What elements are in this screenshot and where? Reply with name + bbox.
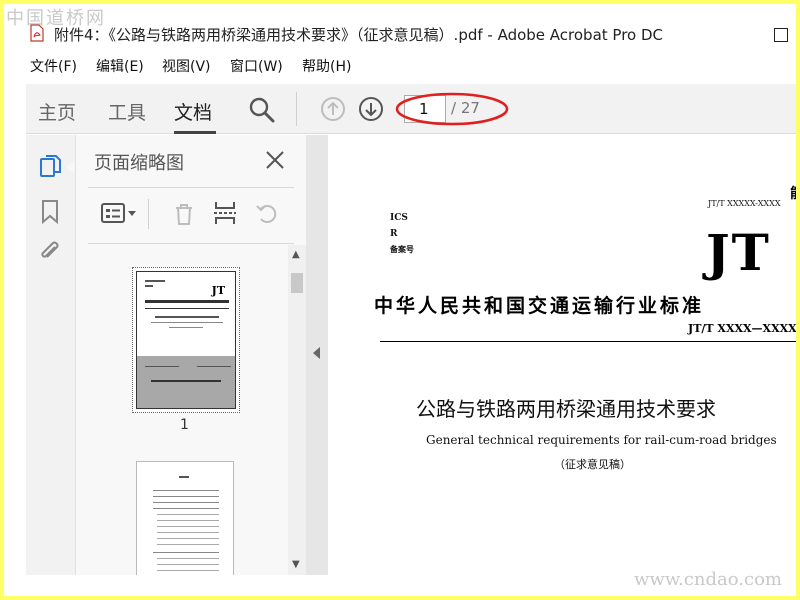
menu-bar: 文件(F) 编辑(E) 视图(V) 窗口(W) 帮助(H) bbox=[4, 52, 796, 78]
active-tab-indicator bbox=[174, 131, 216, 134]
thumbnail-page-number: 1 bbox=[180, 417, 189, 433]
toolbar: 主页 工具 文档 1 / 27 bbox=[26, 84, 796, 134]
red-annotation-ellipse bbox=[395, 92, 509, 126]
active-pointer bbox=[66, 161, 74, 173]
tab-home[interactable]: 主页 bbox=[38, 98, 76, 125]
page-thumbnail[interactable]: JT bbox=[132, 267, 240, 413]
toolbar-separator bbox=[296, 92, 297, 126]
doc-org-title: 中华人民共和国交通运输行业标准 bbox=[374, 295, 705, 317]
document-view[interactable]: 能 JT/T XXXXX-XXXX ICS R 备案号 JT 中华人民共和国交通… bbox=[328, 135, 796, 575]
title-bar: 附件4：《公路与铁路两用桥梁通用技术要求》（征求意见稿）.pdf - Adobe… bbox=[4, 18, 796, 48]
panel-title: 页面缩略图 bbox=[94, 153, 184, 174]
window-title: 附件4：《公路与铁路两用桥梁通用技术要求》（征求意见稿）.pdf - Adobe… bbox=[54, 26, 664, 44]
close-icon[interactable] bbox=[264, 149, 286, 171]
doc-jt-mark: JT bbox=[706, 223, 771, 282]
doc-title-english: General technical requirements for rail-… bbox=[426, 433, 777, 447]
panel-divider bbox=[88, 187, 294, 188]
rotate-icon[interactable] bbox=[254, 201, 280, 227]
search-icon[interactable] bbox=[248, 96, 276, 124]
doc-r: R bbox=[390, 229, 398, 239]
thumbnail-list: JT 1 bbox=[76, 245, 286, 575]
menu-help[interactable]: 帮助(H) bbox=[302, 56, 351, 76]
panel-collapse-strip[interactable] bbox=[306, 135, 328, 575]
doc-code-top: JT/T XXXXX-XXXX bbox=[708, 199, 781, 208]
thumbnail-footer bbox=[137, 356, 235, 408]
panel-divider bbox=[88, 243, 294, 244]
thumbnail-options-icon[interactable] bbox=[100, 201, 140, 227]
watermark-bottom: www.cndao.com bbox=[634, 569, 782, 590]
insert-page-icon[interactable] bbox=[212, 199, 238, 227]
attachment-icon[interactable] bbox=[38, 239, 62, 265]
previous-page-icon[interactable] bbox=[320, 96, 346, 122]
menu-window[interactable]: 窗口(W) bbox=[230, 56, 283, 76]
collapse-arrow-icon[interactable] bbox=[313, 347, 320, 359]
doc-draft-label: （征求意见稿） bbox=[554, 458, 631, 471]
thumbnail-page-image: JT bbox=[136, 271, 236, 409]
doc-title: 公路与铁路两用桥梁通用技术要求 bbox=[416, 397, 716, 421]
scroll-down-icon[interactable]: ▼ bbox=[292, 559, 300, 570]
maximize-button[interactable] bbox=[774, 28, 788, 42]
panel-tools-separator bbox=[148, 199, 149, 229]
page-thumbnails-icon[interactable] bbox=[38, 153, 64, 181]
doc-ics: ICS bbox=[390, 213, 408, 223]
menu-edit[interactable]: 编辑(E) bbox=[96, 56, 144, 76]
sidebar-nav bbox=[26, 135, 76, 575]
trash-icon[interactable] bbox=[172, 201, 196, 227]
tab-document[interactable]: 文档 bbox=[174, 98, 212, 125]
bookmark-icon[interactable] bbox=[40, 199, 60, 225]
watermark-top: 中国道桥网 bbox=[6, 8, 106, 29]
app-window: 中国道桥网 附件4：《公路与铁路两用桥梁通用技术要求》（征求意见稿）.pdf -… bbox=[4, 4, 796, 596]
doc-rule-line bbox=[380, 341, 796, 342]
doc-edge-fragment: 能 bbox=[790, 183, 796, 203]
next-page-icon[interactable] bbox=[358, 96, 384, 122]
menu-file[interactable]: 文件(F) bbox=[30, 56, 77, 76]
thumbnail-scrollbar[interactable]: ▲ ▼ bbox=[288, 245, 306, 575]
doc-standard-number: JT/T XXXX—XXXX bbox=[688, 322, 796, 335]
thumbnail-panel: 页面缩略图 JT 1 ▲ ▼ bbox=[76, 135, 306, 575]
scroll-up-icon[interactable]: ▲ bbox=[292, 249, 300, 260]
scrollbar-thumb[interactable] bbox=[291, 273, 303, 293]
menu-view[interactable]: 视图(V) bbox=[162, 56, 211, 76]
tab-tools[interactable]: 工具 bbox=[108, 98, 146, 125]
doc-beian: 备案号 bbox=[390, 244, 414, 254]
page-thumbnail[interactable] bbox=[136, 461, 234, 575]
